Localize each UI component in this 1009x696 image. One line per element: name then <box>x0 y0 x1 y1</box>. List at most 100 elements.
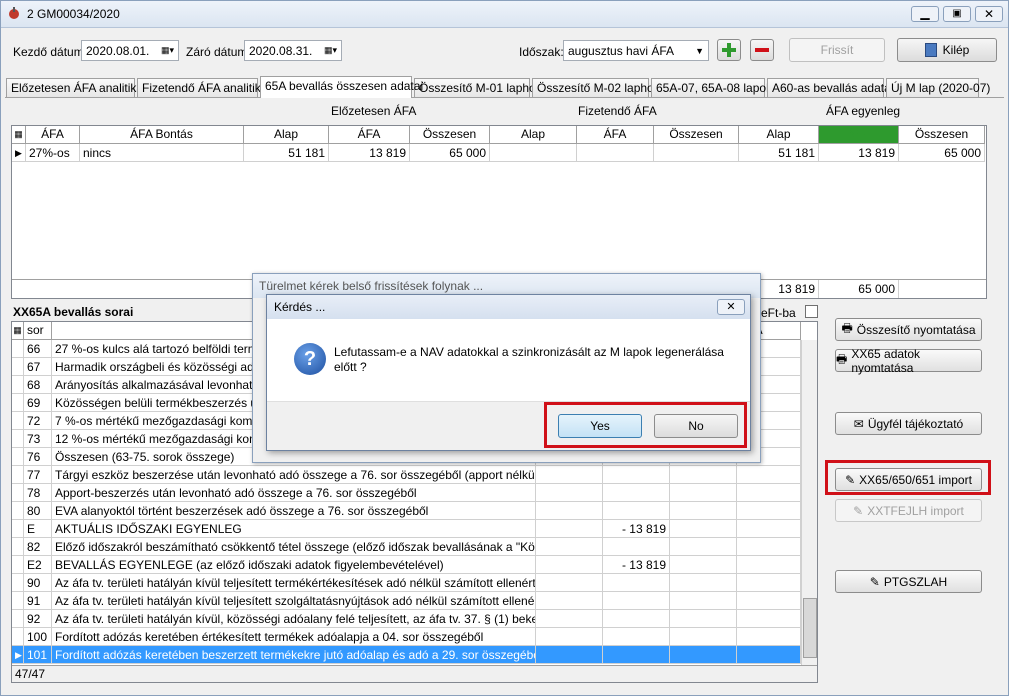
row-value[interactable] <box>670 520 737 538</box>
tab-5[interactable]: Összesítő M-02 laphoz <box>532 78 660 97</box>
row-value[interactable] <box>603 466 670 484</box>
row-value[interactable]: - 13 819 <box>603 520 670 538</box>
row-value[interactable] <box>536 520 603 538</box>
row-value[interactable] <box>737 556 801 574</box>
xx65-import-button[interactable]: ✎ XX65/650/651 import <box>835 468 982 491</box>
exit-button[interactable]: Kilép <box>897 38 997 62</box>
row-value[interactable] <box>603 574 670 592</box>
row-value[interactable] <box>603 592 670 610</box>
row-value[interactable] <box>670 556 737 574</box>
row-desc[interactable]: BEVALLÁS EGYENLEGE (az előző időszaki ad… <box>52 556 536 574</box>
tab-7[interactable]: A60-as bevallás adatai <box>767 78 893 97</box>
period-select[interactable]: augusztus havi ÁFA ▼ <box>563 40 709 61</box>
row-value[interactable] <box>737 592 801 610</box>
grid-cell[interactable]: 65 000 <box>410 144 490 162</box>
grid-cell[interactable]: 51 181 <box>739 144 819 162</box>
grid-cell[interactable]: 13 819 <box>819 144 899 162</box>
row-sor[interactable]: 73 <box>24 430 52 448</box>
row-value[interactable] <box>670 466 737 484</box>
row-sor[interactable]: 101 <box>24 646 52 664</box>
row-sor[interactable]: 80 <box>24 502 52 520</box>
row-sor[interactable]: 68 <box>24 376 52 394</box>
row-value[interactable] <box>737 610 801 628</box>
column-header[interactable]: ÁFA <box>577 126 654 144</box>
client-info-button[interactable]: ✉ Ügyfél tájékoztató <box>835 412 982 435</box>
tab-8[interactable]: Új M lap (2020-07) <box>886 78 990 97</box>
grid-cell[interactable]: 27%-os <box>26 144 80 162</box>
eft-checkbox[interactable] <box>805 305 818 318</box>
row-value[interactable] <box>670 646 737 664</box>
xx65-print-button[interactable]: 🖶 XX65 adatok nyomtatása <box>835 347 982 375</box>
column-header[interactable]: ÁFA <box>26 126 80 144</box>
row-value[interactable] <box>536 628 603 646</box>
row-sor[interactable]: 90 <box>24 574 52 592</box>
row-value[interactable] <box>536 466 603 484</box>
row-value[interactable] <box>603 628 670 646</box>
grid-cell[interactable]: nincs <box>80 144 244 162</box>
row-sor[interactable]: 82 <box>24 538 52 556</box>
row-value[interactable] <box>536 556 603 574</box>
row-desc[interactable]: Előző időszakról beszámítható csökkentő … <box>52 538 536 556</box>
close-button[interactable]: ✕ <box>975 6 1003 22</box>
row-value[interactable] <box>670 574 737 592</box>
column-header[interactable]: Összesen <box>410 126 490 144</box>
row-desc[interactable]: Az áfa tv. területi hatályán kívül telje… <box>52 574 536 592</box>
row-value[interactable]: - 13 819 <box>603 556 670 574</box>
row-value[interactable] <box>603 610 670 628</box>
row-value[interactable] <box>670 592 737 610</box>
row-value[interactable] <box>737 574 801 592</box>
maximize-button[interactable]: ▣ <box>943 6 971 22</box>
row-sor[interactable]: 78 <box>24 484 52 502</box>
row-value[interactable] <box>536 610 603 628</box>
xxtfejlh-import-button[interactable]: ✎ XXTFEJLH import <box>835 499 982 522</box>
minimize-button[interactable]: ▁ <box>911 6 939 22</box>
row-value[interactable] <box>737 538 801 556</box>
grid-cell[interactable]: 51 181 <box>244 144 329 162</box>
row-sor[interactable]: 72 <box>24 412 52 430</box>
row-desc[interactable]: Fordított adózás keretében beszerzett te… <box>52 646 536 664</box>
tab-1[interactable]: Előzetesen ÁFA analitika <box>6 78 143 97</box>
column-header[interactable]: ÁFA <box>329 126 410 144</box>
row-value[interactable] <box>737 628 801 646</box>
start-date-input[interactable]: 2020.08.01. ▦▾ <box>81 40 179 61</box>
row-desc[interactable]: EVA alanyoktól történt beszerzések adó ö… <box>52 502 536 520</box>
row-value[interactable] <box>737 646 801 664</box>
row-value[interactable] <box>737 502 801 520</box>
row-value[interactable] <box>670 484 737 502</box>
column-header[interactable]: Összesen <box>654 126 739 144</box>
dialog-close-button[interactable]: ✕ <box>717 299 745 315</box>
column-header[interactable]: ÁFA Bontás <box>80 126 244 144</box>
row-value[interactable] <box>670 502 737 520</box>
no-button[interactable]: No <box>654 414 738 438</box>
row-desc[interactable]: Az áfa tv. területi hatályán kívül, közö… <box>52 610 536 628</box>
row-value[interactable] <box>603 538 670 556</box>
tab-4[interactable]: Összesítő M-01 laphoz <box>414 78 542 97</box>
row-value[interactable] <box>670 628 737 646</box>
row-value[interactable] <box>536 484 603 502</box>
row-value[interactable] <box>536 646 603 664</box>
row-value[interactable] <box>670 610 737 628</box>
column-header[interactable]: Alap <box>739 126 819 144</box>
grid-cell[interactable] <box>490 144 577 162</box>
refresh-button[interactable]: Frissít <box>789 38 885 62</box>
row-value[interactable] <box>737 466 801 484</box>
row-value[interactable] <box>603 502 670 520</box>
row-value[interactable] <box>536 592 603 610</box>
row-desc[interactable]: Fordított adózás keretében értékesített … <box>52 628 536 646</box>
column-header[interactable]: ÁFA <box>819 126 899 144</box>
row-value[interactable] <box>536 502 603 520</box>
tab-6[interactable]: 65A-07, 65A-08 lapok <box>651 78 772 97</box>
row-sor[interactable]: 91 <box>24 592 52 610</box>
row-sor[interactable]: E <box>24 520 52 538</box>
scrollbar-thumb[interactable] <box>803 598 817 658</box>
grid-cell[interactable] <box>654 144 739 162</box>
row-sor[interactable]: 92 <box>24 610 52 628</box>
row-desc[interactable]: Tárgyi eszköz beszerzése után levonható … <box>52 466 536 484</box>
column-header[interactable]: Összesen <box>899 126 985 144</box>
row-value[interactable] <box>737 520 801 538</box>
remove-period-button[interactable] <box>750 39 774 61</box>
summary-print-button[interactable]: 🖶 Összesítő nyomtatása <box>835 318 982 341</box>
row-sor[interactable]: 77 <box>24 466 52 484</box>
tab-3[interactable]: 65A bevallás összesen adatai <box>260 76 423 98</box>
row-value[interactable] <box>536 574 603 592</box>
